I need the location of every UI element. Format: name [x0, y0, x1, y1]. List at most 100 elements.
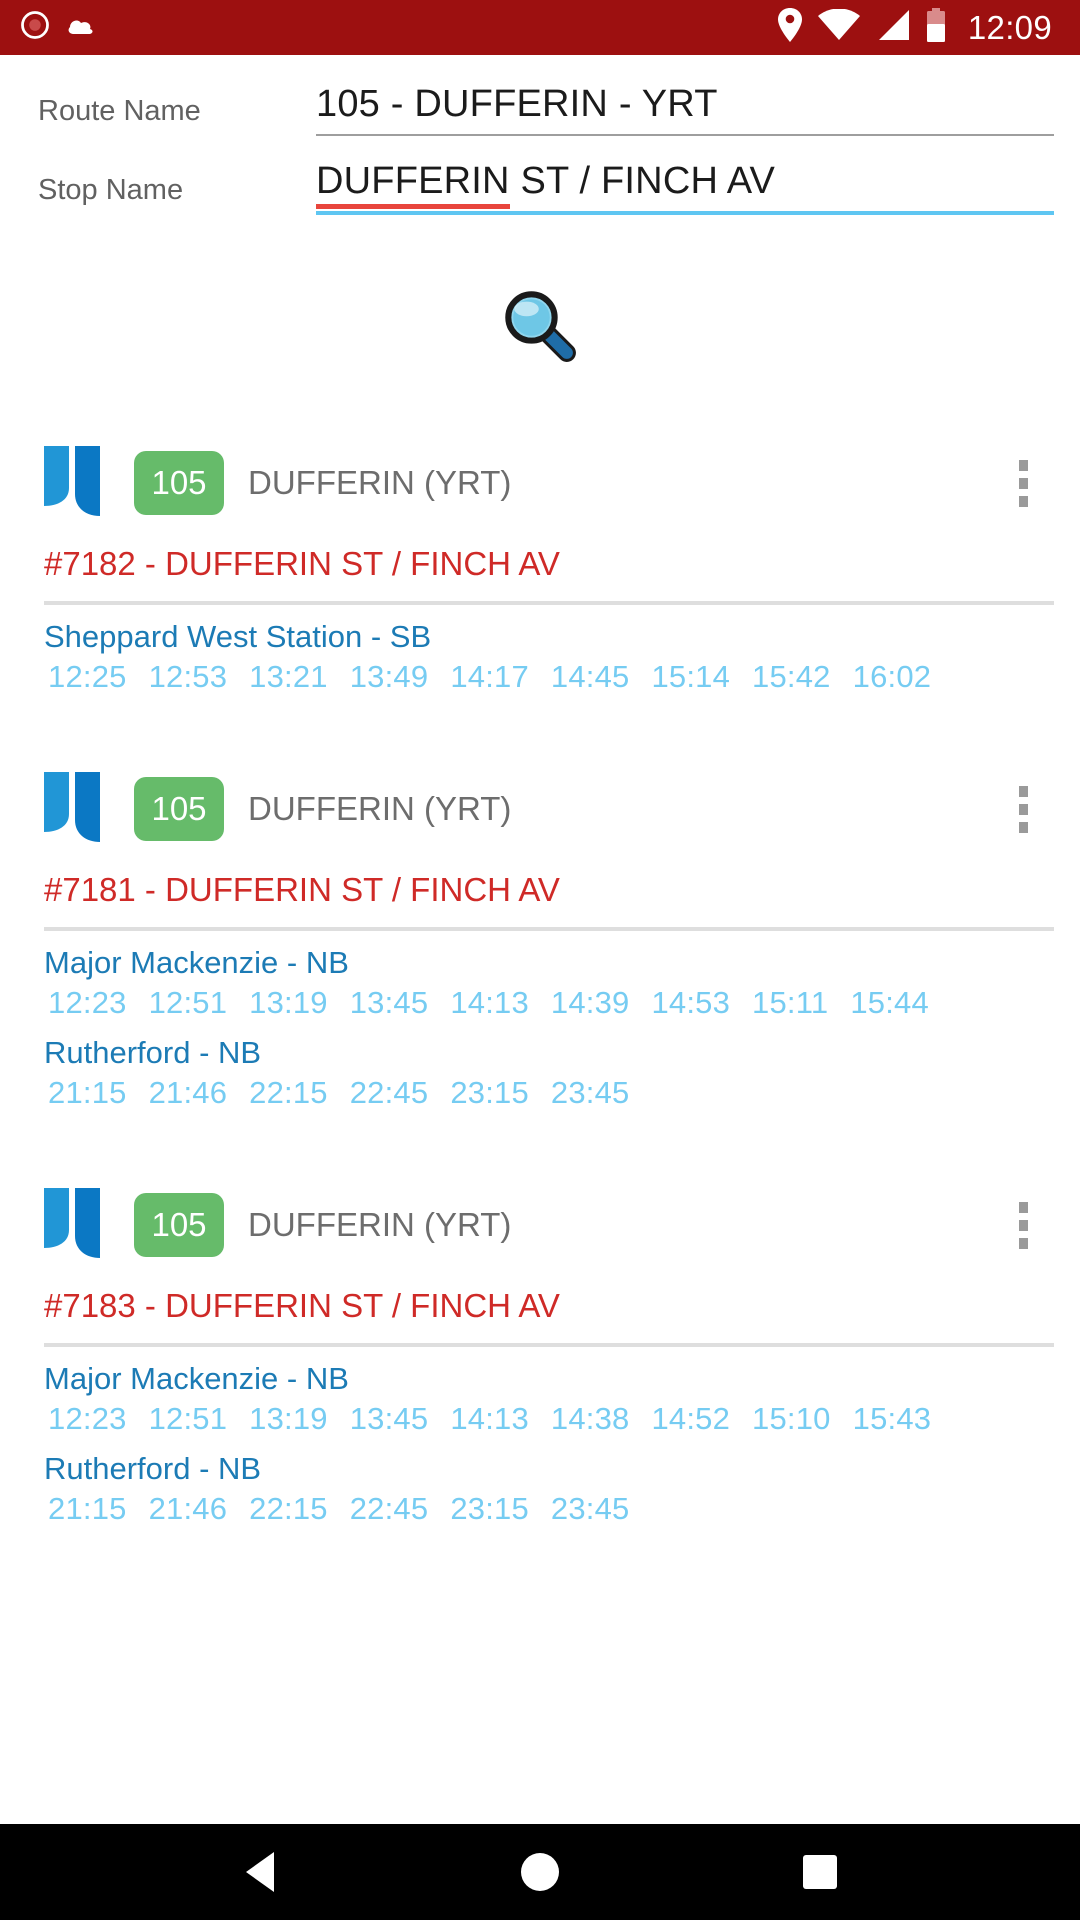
departure-time: 21:46: [148, 1075, 228, 1110]
stop-id-line: #7181 - DUFFERIN ST / FINCH AV: [44, 871, 560, 908]
departure-times-row: 12:25 12:53 13:21 13:49 14:17 14:45 15:14 15:42…: [44, 659, 1054, 695]
departure-time: 13:45: [349, 1401, 429, 1436]
card-spacer: [44, 1527, 1054, 1579]
results-list: 105 DUFFERIN (YRT) #7182 - DUFFERIN ST /…: [0, 427, 1080, 1579]
status-bar-left: [20, 10, 98, 45]
route-number-badge: 105: [134, 1193, 224, 1257]
card-spacer: [44, 1111, 1054, 1163]
departure-time: 22:15: [249, 1491, 328, 1526]
route-number-badge: 105: [134, 451, 224, 515]
departure-time: 21:46: [148, 1491, 228, 1526]
search-form: Route Name 105 - DUFFERIN - YRT Stop Nam…: [0, 55, 1080, 221]
departure-time: 12:51: [148, 985, 228, 1020]
destination-name: Major Mackenzie - NB: [44, 945, 349, 980]
destination-name: Major Mackenzie - NB: [44, 1361, 349, 1396]
overflow-menu-icon[interactable]: [998, 772, 1054, 846]
magnifier-icon: [505, 291, 576, 362]
departure-time: 22:45: [349, 1491, 429, 1526]
card-divider: [44, 927, 1054, 931]
destination-block: Sheppard West Station - SB 12:25 12:53 13:…: [44, 619, 1054, 695]
result-card-header: 105 DUFFERIN (YRT): [44, 427, 1054, 523]
departure-time: 15:44: [850, 985, 929, 1020]
cloud-icon: [66, 12, 98, 43]
card-spacer: [44, 695, 1054, 747]
departure-time: 14:38: [550, 1401, 630, 1436]
signal-icon: [876, 9, 910, 46]
stop-name-value: DUFFERIN ST / FINCH AV: [316, 160, 775, 211]
agency-leaf-icon-wrap: [44, 770, 102, 849]
destination-name: Sheppard West Station - SB: [44, 619, 432, 654]
departure-time: 23:15: [450, 1075, 529, 1110]
departure-time: 14:53: [651, 985, 731, 1020]
stop-name-rest-token: ST / FINCH AV: [509, 160, 776, 202]
departure-times-row: 12:23 12:51 13:19 13:45 14:13 14:39 14:53 15:11…: [44, 985, 1054, 1021]
nav-recents-button[interactable]: [775, 1827, 865, 1917]
departure-time: 13:49: [349, 659, 429, 694]
agency-leaf-icon-wrap: [44, 1186, 102, 1265]
departure-time: 13:21: [249, 659, 328, 694]
route-title: DUFFERIN (YRT): [248, 1206, 512, 1243]
departure-time: 15:42: [752, 659, 831, 694]
stop-name-underline-focused: [316, 211, 1054, 215]
route-name-underline: [316, 134, 1054, 136]
result-card-header: 105 DUFFERIN (YRT): [44, 1169, 1054, 1265]
card-divider: [44, 601, 1054, 605]
route-number-badge: 105: [134, 777, 224, 841]
route-name-input[interactable]: 105 - DUFFERIN - YRT: [316, 83, 1054, 142]
route-name-value: 105 - DUFFERIN - YRT: [316, 83, 718, 125]
route-title: DUFFERIN (YRT): [248, 790, 512, 827]
agency-leaf-icon: [44, 445, 100, 516]
route-name-label: Route Name: [38, 95, 201, 127]
status-bar-clock: 12:09: [967, 8, 1052, 46]
result-card[interactable]: 105 DUFFERIN (YRT) #7181 - DUFFERIN ST /…: [0, 753, 1080, 1163]
home-circle-icon: [521, 1853, 559, 1891]
nav-home-button[interactable]: [495, 1827, 585, 1917]
result-card[interactable]: 105 DUFFERIN (YRT) #7182 - DUFFERIN ST /…: [0, 427, 1080, 747]
agency-leaf-icon: [44, 1187, 100, 1258]
main-content: Route Name 105 - DUFFERIN - YRT Stop Nam…: [0, 55, 1080, 1824]
departure-time: 15:10: [752, 1401, 831, 1436]
result-card[interactable]: 105 DUFFERIN (YRT) #7183 - DUFFERIN ST /…: [0, 1169, 1080, 1579]
nav-back-button[interactable]: [215, 1827, 305, 1917]
stop-name-misspelled-token: DUFFERIN: [316, 160, 510, 209]
stop-name-label: Stop Name: [38, 174, 184, 206]
card-divider: [44, 1343, 1054, 1347]
departure-time: 14:39: [550, 985, 630, 1020]
departure-time: 13:45: [349, 985, 429, 1020]
stop-id-line: #7183 - DUFFERIN ST / FINCH AV: [44, 1287, 560, 1324]
wifi-icon: [817, 8, 860, 46]
route-name-field-row: Route Name 105 - DUFFERIN - YRT: [38, 83, 1054, 142]
app-root: 12:09 Route Name 105 - DUFFERIN - YRT St…: [0, 0, 1080, 1920]
search-button[interactable]: [497, 283, 583, 369]
departure-time: 12:51: [148, 1401, 228, 1436]
stop-name-input[interactable]: DUFFERIN ST / FINCH AV: [316, 160, 1054, 221]
overflow-menu-icon[interactable]: [998, 1188, 1054, 1262]
departure-times-row: 21:15 21:46 22:15 22:45 23:15 23:45: [44, 1491, 1054, 1527]
departure-time: 12:23: [48, 985, 127, 1020]
departure-time: 22:15: [249, 1075, 328, 1110]
departure-time: 15:14: [651, 659, 731, 694]
departure-time: 12:23: [48, 1401, 127, 1436]
destination-block: Rutherford - NB 21:15 21:46 22:15 22:45 23:1…: [44, 1035, 1054, 1111]
departure-time: 12:53: [148, 659, 228, 694]
departure-time: 23:15: [450, 1491, 529, 1526]
departure-time: 23:45: [550, 1075, 630, 1110]
departure-time: 16:02: [852, 659, 932, 694]
recents-square-icon: [803, 1855, 837, 1889]
android-nav-bar: [0, 1824, 1080, 1920]
overflow-menu-icon[interactable]: [998, 446, 1054, 520]
departure-time: 13:19: [249, 985, 328, 1020]
departure-time: 21:15: [48, 1075, 127, 1110]
back-triangle-icon: [246, 1852, 274, 1892]
status-bar-right: 12:09: [777, 8, 1060, 47]
location-icon: [777, 8, 802, 47]
departure-times-row: 12:23 12:51 13:19 13:45 14:13 14:38 14:52 15:10…: [44, 1401, 1054, 1437]
status-bar: 12:09: [0, 0, 1080, 55]
departure-time: 15:11: [752, 985, 829, 1020]
battery-icon: [926, 8, 946, 47]
record-icon: [20, 10, 50, 45]
route-title: DUFFERIN (YRT): [248, 464, 512, 501]
departure-time: 21:15: [48, 1491, 127, 1526]
departure-time: 22:45: [349, 1075, 429, 1110]
destination-name: Rutherford - NB: [44, 1451, 262, 1486]
